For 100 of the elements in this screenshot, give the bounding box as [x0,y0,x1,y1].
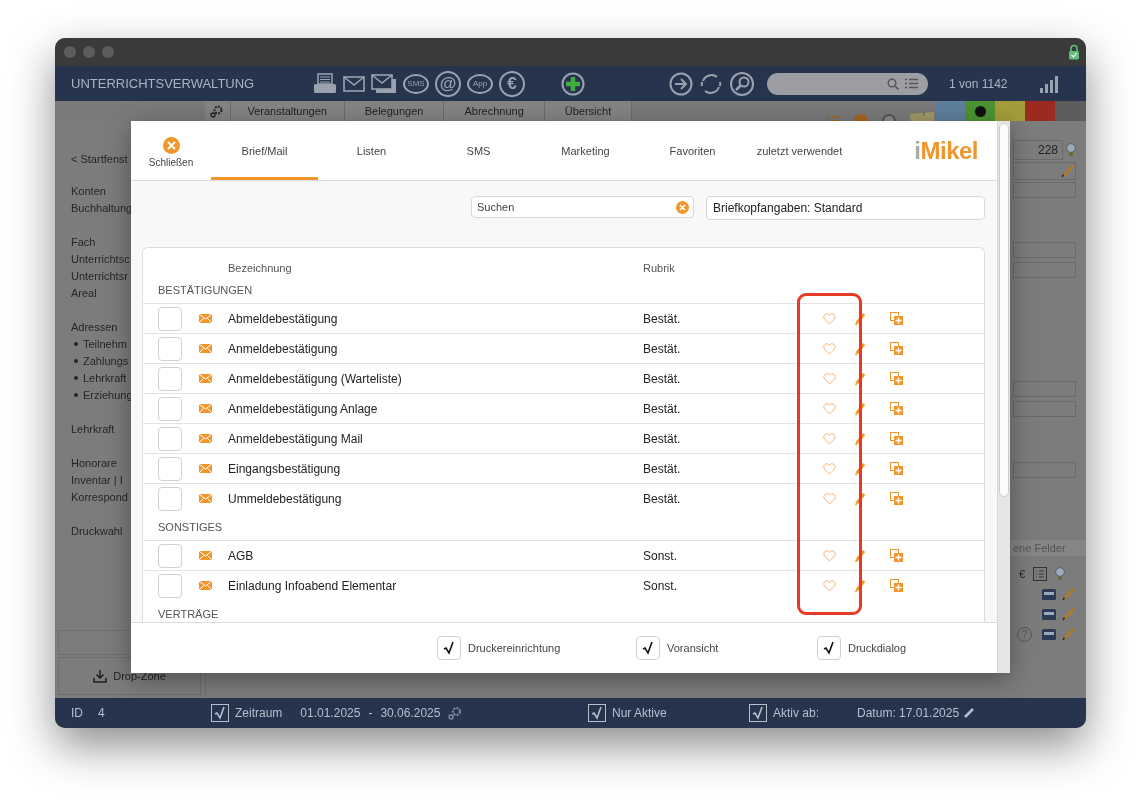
heart-icon[interactable] [823,462,836,475]
color-swatch[interactable] [1025,101,1056,121]
heart-icon[interactable] [823,549,836,562]
color-swatch[interactable] [1055,101,1086,121]
checkbox[interactable] [158,573,182,598]
date-field[interactable]: Datum: 17.01.2025 [857,706,960,720]
light-bulb-icon[interactable] [1055,567,1066,581]
mail-stack-icon[interactable] [371,73,397,94]
checkbox[interactable] [158,426,182,451]
pencil-icon[interactable] [854,461,866,476]
sidebar-item[interactable]: Unterrichtsr [71,269,128,282]
sidebar-item[interactable]: Inventar | I [71,473,123,486]
printer-icon[interactable] [313,72,337,95]
sidebar-item[interactable]: Fach [71,235,96,248]
arrow-right-icon[interactable] [669,71,693,96]
pencil-icon[interactable] [854,371,866,386]
input-field[interactable] [1013,381,1076,397]
checkbox[interactable] [158,543,182,568]
tab[interactable]: Belegungen [344,101,445,121]
scrollbar[interactable] [997,121,1010,673]
checkbox[interactable] [158,456,182,481]
add-icon[interactable] [561,71,585,96]
checkbox[interactable] [158,486,182,511]
mail-icon[interactable] [343,75,365,92]
search-field[interactable] [767,72,928,95]
input-field[interactable] [1013,162,1076,180]
clear-icon[interactable] [676,201,689,214]
heart-icon[interactable] [823,342,836,355]
sidebar-item[interactable]: Unterrichtsc [71,252,130,265]
copy-add-icon[interactable] [890,492,903,505]
checkbox[interactable] [437,636,461,660]
pencil-icon[interactable] [963,707,976,719]
id-card-icon[interactable] [1042,588,1056,600]
refresh-icon[interactable] [699,71,723,96]
search-icon[interactable] [887,77,899,90]
sidebar-item[interactable]: Lehrkraft [83,371,127,384]
pencil-icon[interactable] [854,311,866,326]
list-icon[interactable] [905,78,918,89]
heart-icon[interactable] [823,432,836,445]
copy-add-icon[interactable] [890,342,903,355]
id-card-icon[interactable] [1042,628,1056,640]
gear-icon[interactable] [448,706,463,720]
checkbox[interactable] [817,636,841,660]
tab[interactable]: Marketing [532,121,639,180]
window-close-control[interactable] [64,46,76,58]
sidebar-item[interactable]: Korrespond [71,490,128,503]
pencil-icon[interactable] [854,401,866,416]
tab[interactable]: SMS [425,121,532,180]
speech-bubble-icon[interactable]: App [467,73,493,94]
copy-add-icon[interactable] [890,372,903,385]
sidebar-item[interactable]: Teilnehm [83,337,128,350]
copy-add-icon[interactable] [890,402,903,415]
tab[interactable]: zuletzt verwendet [746,121,853,180]
copy-add-icon[interactable] [890,549,903,562]
sidebar-item[interactable]: Adressen [71,320,118,333]
sidebar-item[interactable]: < Startfenst [71,152,128,165]
heart-icon[interactable] [823,492,836,505]
sidebar-item[interactable]: Zahlungs [83,354,129,367]
sidebar-item[interactable]: Honorare [71,456,117,469]
window-zoom-control[interactable] [102,46,114,58]
color-swatch[interactable] [995,101,1026,121]
copy-add-icon[interactable] [890,462,903,475]
color-swatch[interactable] [935,101,966,121]
sidebar-item[interactable]: Konten [71,184,106,197]
copy-add-icon[interactable] [890,579,903,592]
input-field[interactable] [1013,462,1076,478]
pencil-icon[interactable] [854,431,866,446]
pencil-icon[interactable] [854,341,866,356]
sidebar-item[interactable]: Buchhaltung [71,201,133,214]
input-field[interactable] [1013,182,1076,198]
sidebar-item[interactable]: Lehrkraft [71,422,115,435]
input-field[interactable] [1013,242,1076,258]
pencil-icon[interactable] [854,548,866,563]
search-icon[interactable] [729,71,755,96]
checkbox[interactable] [158,396,182,421]
input-field[interactable] [1013,401,1076,417]
sidebar-item[interactable]: Druckwahl [71,524,123,537]
speech-bubble-icon[interactable]: SMS [403,73,429,94]
checkbox[interactable] [158,366,182,391]
checkbox[interactable] [211,704,229,722]
tab[interactable]: Listen [318,121,425,180]
heart-icon[interactable] [823,372,836,385]
checkbox[interactable] [158,306,182,331]
checkbox[interactable] [158,336,182,361]
copy-add-icon[interactable] [890,432,903,445]
list-icon[interactable] [1033,567,1048,581]
sidebar-item[interactable]: Areal [71,286,97,299]
copy-add-icon[interactable] [890,312,903,325]
circle-symbol-icon[interactable]: € [499,70,525,97]
color-swatch[interactable] [965,101,996,121]
close-button[interactable]: Schließen [131,121,211,180]
tab[interactable]: Veranstaltungen [230,101,345,121]
id-card-icon[interactable] [1042,608,1056,620]
letterhead-select[interactable]: Briefkopfangaben: Standard [706,196,985,220]
light-bulb-icon[interactable] [1066,143,1076,157]
tab[interactable]: Abrechnung [444,101,545,121]
pencil-icon[interactable] [854,578,866,593]
tab[interactable]: Übersicht [544,101,633,121]
heart-icon[interactable] [823,579,836,592]
circle-symbol-icon[interactable]: @ [435,70,461,97]
